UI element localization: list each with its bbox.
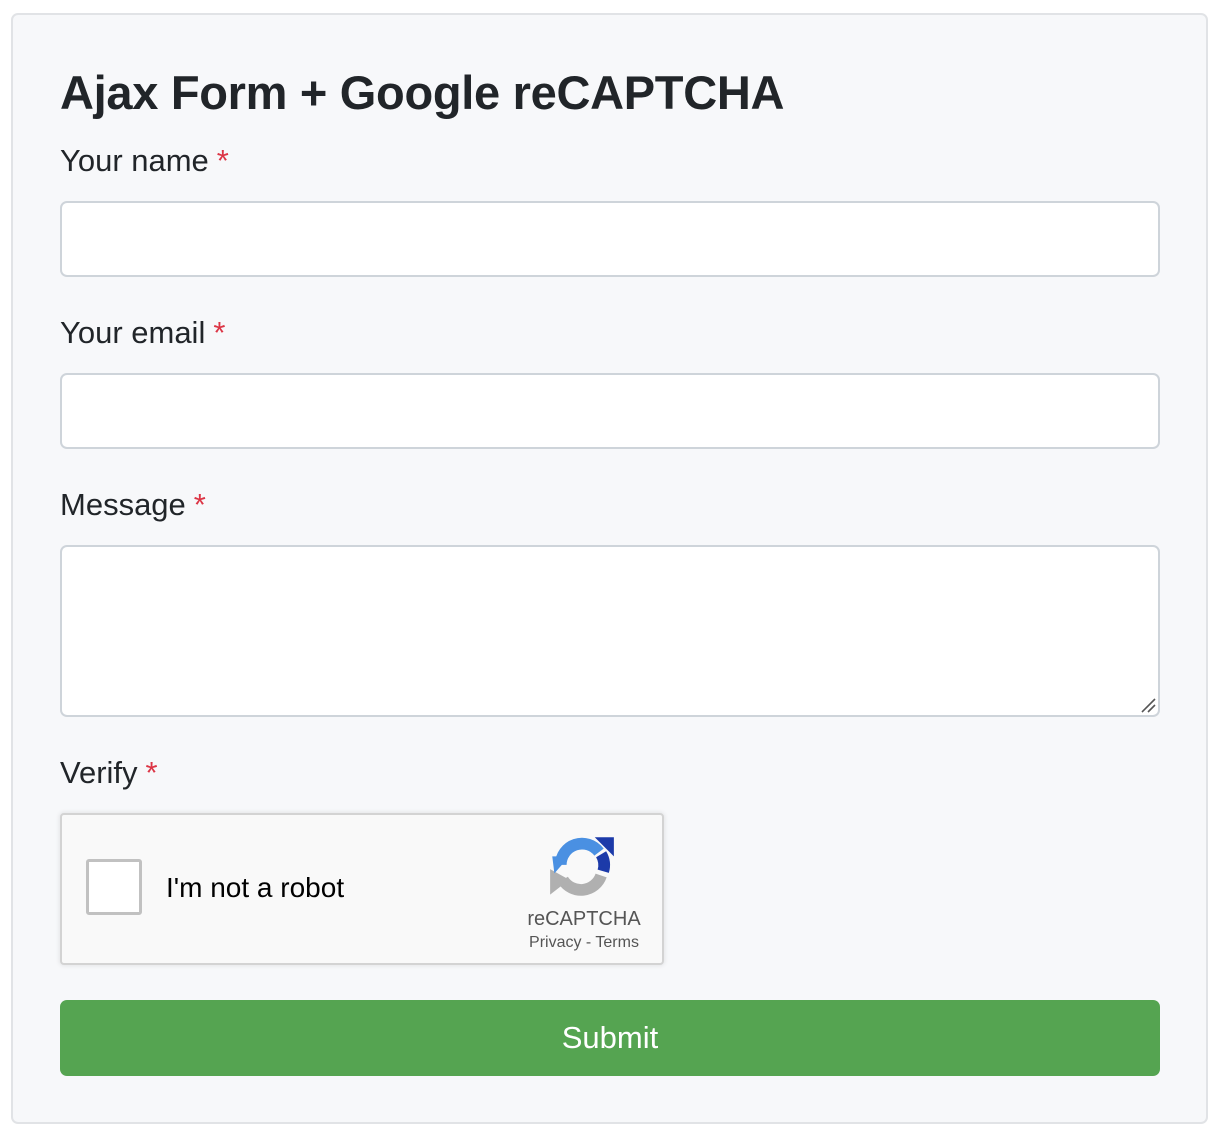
recaptcha-logo-icon [550,837,614,896]
resize-handle-icon[interactable] [1139,696,1157,714]
name-label: Your name * [60,143,229,179]
email-label: Your email * [60,315,225,351]
verify-label-text: Verify [60,755,138,790]
name-label-text: Your name [60,143,209,178]
recaptcha-privacy-link[interactable]: Privacy [529,934,581,951]
form-title: Ajax Form + Google reCAPTCHA [60,66,785,119]
required-marker: * [145,755,158,790]
name-input[interactable] [60,201,1160,277]
email-label-text: Your email [60,315,206,350]
verify-label: Verify * [60,755,158,791]
required-marker: * [213,315,226,350]
recaptcha-link-separator: - [585,934,592,951]
recaptcha-brand: reCAPTCHA [527,908,641,930]
recaptcha-checkbox[interactable] [86,859,142,915]
message-label-text: Message [60,487,186,522]
required-marker: * [193,487,206,522]
recaptcha-links: Privacy - Terms [502,933,666,953]
message-label: Message * [60,487,206,523]
ajax-form-card: Ajax Form + Google reCAPTCHA Your name * … [11,13,1208,1124]
submit-button[interactable]: Submit [60,1000,1160,1076]
email-input[interactable] [60,373,1160,449]
recaptcha-widget: I'm not a robot reCAPTCHA Privacy - Term… [60,813,664,965]
required-marker: * [216,143,229,178]
recaptcha-terms-link[interactable]: Terms [595,934,639,951]
recaptcha-checkbox-label: I'm not a robot [166,872,345,903]
message-textarea[interactable] [60,545,1160,717]
